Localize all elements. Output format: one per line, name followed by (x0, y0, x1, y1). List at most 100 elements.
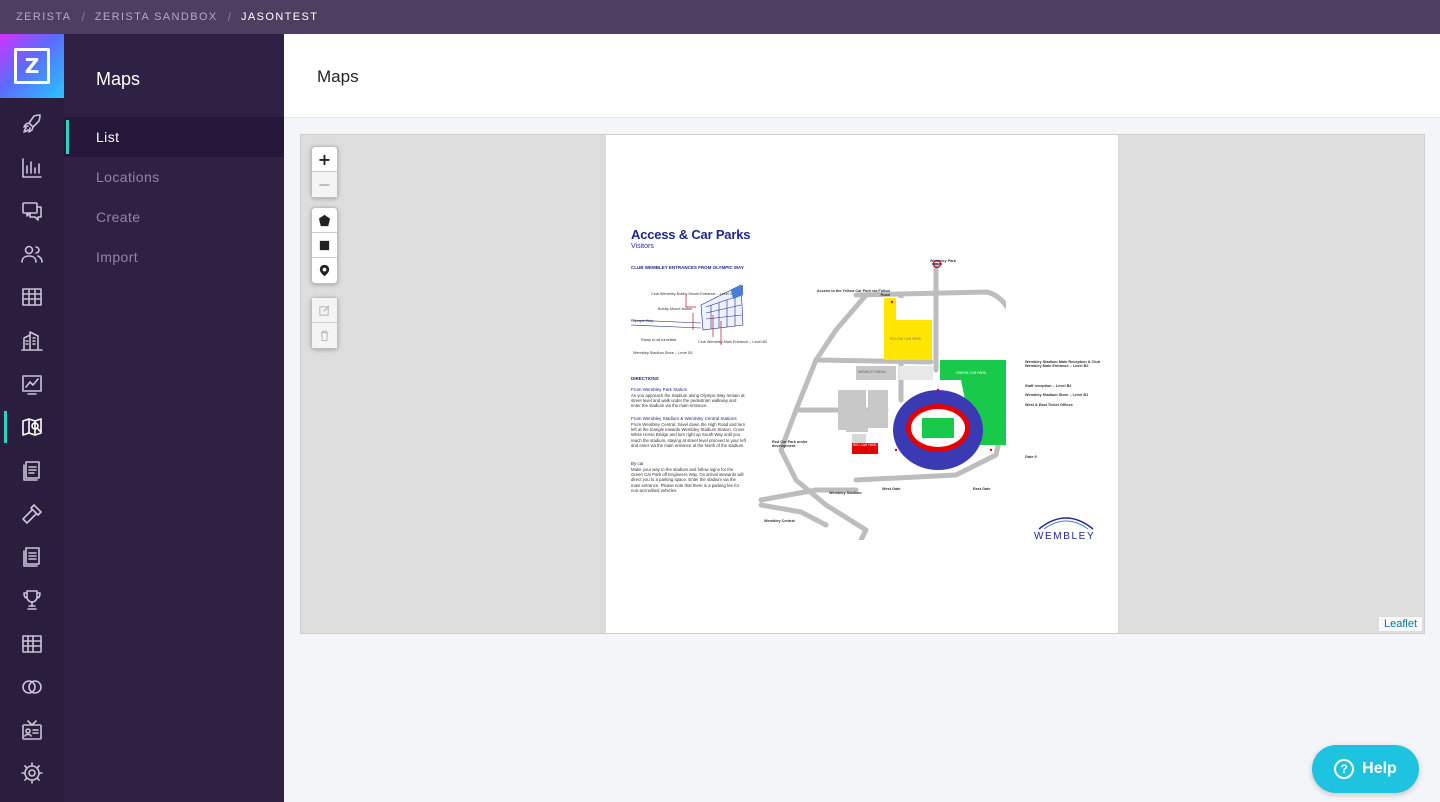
breadcrumb-item-sandbox[interactable]: ZERISTA SANDBOX (95, 11, 218, 23)
rail-item-messages[interactable] (0, 191, 64, 231)
rail-item-venues[interactable] (0, 321, 64, 361)
main-header: Maps (284, 34, 1440, 118)
draw-rectangle-button[interactable] (312, 233, 337, 258)
label-ticket-offices: West & East Ticket Offices (1025, 403, 1073, 407)
rail-item-analytics[interactable] (0, 148, 64, 188)
label-station-store: Wembley Stadium Store – Level B1 (633, 351, 693, 355)
bar-chart-icon (22, 158, 42, 178)
delete-layers-button[interactable] (312, 323, 337, 348)
doc-subtitle: Visitors (631, 243, 654, 250)
rail-item-tables[interactable] (0, 624, 64, 664)
rail-item-reports[interactable] (0, 364, 64, 404)
breadcrumb-separator: / (81, 10, 85, 24)
label-green-car-park: GREEN CAR PARK (956, 371, 987, 375)
report-icon (23, 547, 40, 567)
wembley-arch-logo (1038, 517, 1094, 530)
label-yellow-car-park: YELLOW CAR PARK (889, 337, 922, 341)
breadcrumb-item-current[interactable]: JASONTEST (241, 11, 318, 23)
label-west-gate: West Gate (882, 487, 901, 491)
doc-title: Access & Car Parks (631, 227, 751, 242)
label-store-b1: Wembley Stadium Store – Level B1 (1025, 393, 1089, 397)
table-icon (22, 635, 42, 653)
icon-rail: Z (0, 34, 64, 802)
zoom-out-button[interactable]: − (312, 172, 337, 197)
label-bobby-moore-statue: Bobby Moore statue (658, 307, 692, 311)
directions-heading: DIRECTIONS (631, 376, 659, 381)
label-bobby-moore-entrance: Club Wembley Bobby Moore Entrance – Leve… (651, 292, 732, 296)
rail-item-tools[interactable] (0, 494, 64, 534)
label-wembley-arena: WEMBLEY ARENA (858, 370, 886, 374)
sidebar-item-locations[interactable]: Locations (64, 157, 284, 197)
label-staff-reception: Staff reception – Level B2 (1025, 384, 1072, 388)
maps-sidebar: Maps List Locations Create Import (64, 34, 284, 802)
wembley-brand: WEMBLEY (1034, 531, 1096, 542)
sidebar-title: Maps (96, 69, 141, 89)
zoom-in-button[interactable]: + (312, 147, 337, 172)
rings-icon (22, 680, 42, 694)
logo-letter: Z (14, 48, 50, 84)
label-wembley-central: Wembley Central (764, 519, 795, 523)
help-label: Help (1362, 760, 1397, 777)
label-east-gate: East Gate (973, 487, 991, 491)
label-red-car-park: RED CAR PARK (853, 443, 877, 447)
edit-icon (319, 304, 330, 316)
label-wembley-park: Wembley Park (930, 259, 956, 263)
chat-icon (22, 202, 42, 221)
map-viewer[interactable]: Access & Car Parks Visitors CLUB WEMBLEY… (300, 134, 1425, 634)
trash-icon (320, 330, 329, 342)
by-car-heading: By car (631, 461, 644, 466)
sidebar-item-list[interactable]: List (64, 117, 284, 157)
by-car-text: Make your way to the stadium and follow … (631, 467, 744, 493)
sidebar-item-create[interactable]: Create (64, 197, 284, 237)
gear-icon (21, 762, 43, 784)
rail-item-maps[interactable] (0, 407, 64, 447)
document-icon (23, 461, 40, 481)
label-red-development: Red Car Park under development (772, 440, 808, 448)
label-gate-9: Gate 9 (1025, 455, 1037, 459)
building-icon (21, 331, 43, 351)
map-overlay-image: Access & Car Parks Visitors CLUB WEMBLEY… (606, 135, 1118, 633)
rail-item-integrations[interactable] (0, 667, 64, 707)
line-chart-icon (22, 375, 42, 395)
help-button[interactable]: ? Help (1312, 745, 1419, 793)
trophy-icon (23, 590, 41, 610)
rail-item-settings[interactable] (0, 753, 64, 793)
app-logo[interactable]: Z (0, 34, 64, 98)
rail-item-pages[interactable] (0, 537, 64, 577)
sidebar-nav: List Locations Create Import (64, 117, 284, 277)
rail-item-contacts[interactable] (0, 710, 64, 750)
from-central-text: From Wembley Central, travel down the Hi… (631, 422, 746, 448)
rectangle-icon (319, 240, 330, 250)
breadcrumb-item-zerista[interactable]: ZERISTA (16, 11, 71, 23)
label-ramp: Ramp to all turnstiles (641, 338, 677, 342)
rail-item-schedule[interactable] (0, 277, 64, 317)
draw-polygon-button[interactable] (312, 208, 337, 233)
page-title: Maps (317, 67, 359, 86)
sidebar-item-import[interactable]: Import (64, 237, 284, 277)
polygon-icon (318, 214, 331, 226)
edit-toolbar (311, 297, 338, 349)
rail-item-launch[interactable] (0, 104, 64, 144)
edit-layers-button[interactable] (312, 298, 337, 323)
rail-item-documents[interactable] (0, 451, 64, 491)
rail-item-awards[interactable] (0, 580, 64, 620)
rail-item-people[interactable] (0, 234, 64, 274)
zoom-control: + − (311, 146, 338, 198)
rocket-icon (23, 114, 41, 133)
label-main-reception: Wembley Stadium Main Reception & Club We… (1025, 360, 1101, 368)
hammer-icon (22, 504, 42, 524)
doc-section-heading: CLUB WEMBLEY ENTRANCES FROM OLYMPIC WAY (631, 265, 744, 270)
draw-marker-button[interactable] (312, 258, 337, 283)
from-central-heading: From Wembley Stadium & Wembley Central S… (631, 416, 737, 421)
label-wembley-stadium-station: Wembley Stadium (829, 491, 862, 495)
contacts-icon (22, 720, 42, 740)
label-yellow-access: Access to the Yellow Car Park via Fulton… (816, 289, 890, 297)
breadcrumb: ZERISTA / ZERISTA SANDBOX / JASONTEST (0, 0, 1440, 34)
leaflet-attribution-link[interactable]: Leaflet (1378, 617, 1422, 631)
label-olympic-way: Olympic Way (631, 319, 654, 323)
draw-toolbar (311, 207, 338, 284)
map-icon (22, 418, 42, 436)
from-park-heading: From Wembley Park Station (631, 387, 688, 392)
breadcrumb-separator: / (227, 10, 231, 24)
from-park-text: As you approach the Stadium along Olympi… (631, 393, 745, 409)
